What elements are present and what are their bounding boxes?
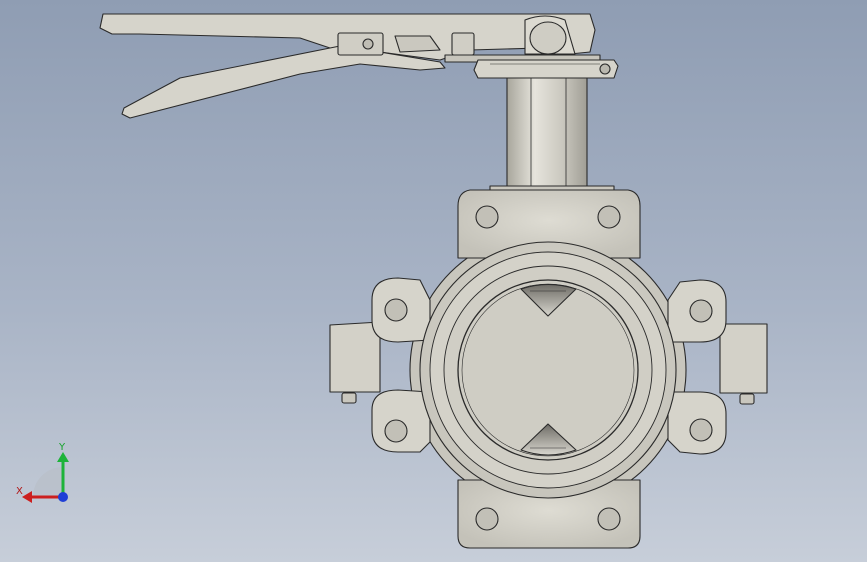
x-axis-arrow-icon [22,491,32,503]
valve-stem[interactable] [489,77,615,195]
z-axis-dot-icon [58,492,68,502]
coordinate-triad: X Y [10,440,80,510]
valve-body[interactable] [329,189,768,549]
graphics-viewport[interactable]: X Y [0,0,867,562]
butterfly-valve-model[interactable] [0,0,867,562]
y-axis-label: Y [59,442,66,453]
x-axis-label: X [16,486,23,497]
y-axis-arrow-icon [57,452,69,462]
triad-axes [22,452,69,503]
